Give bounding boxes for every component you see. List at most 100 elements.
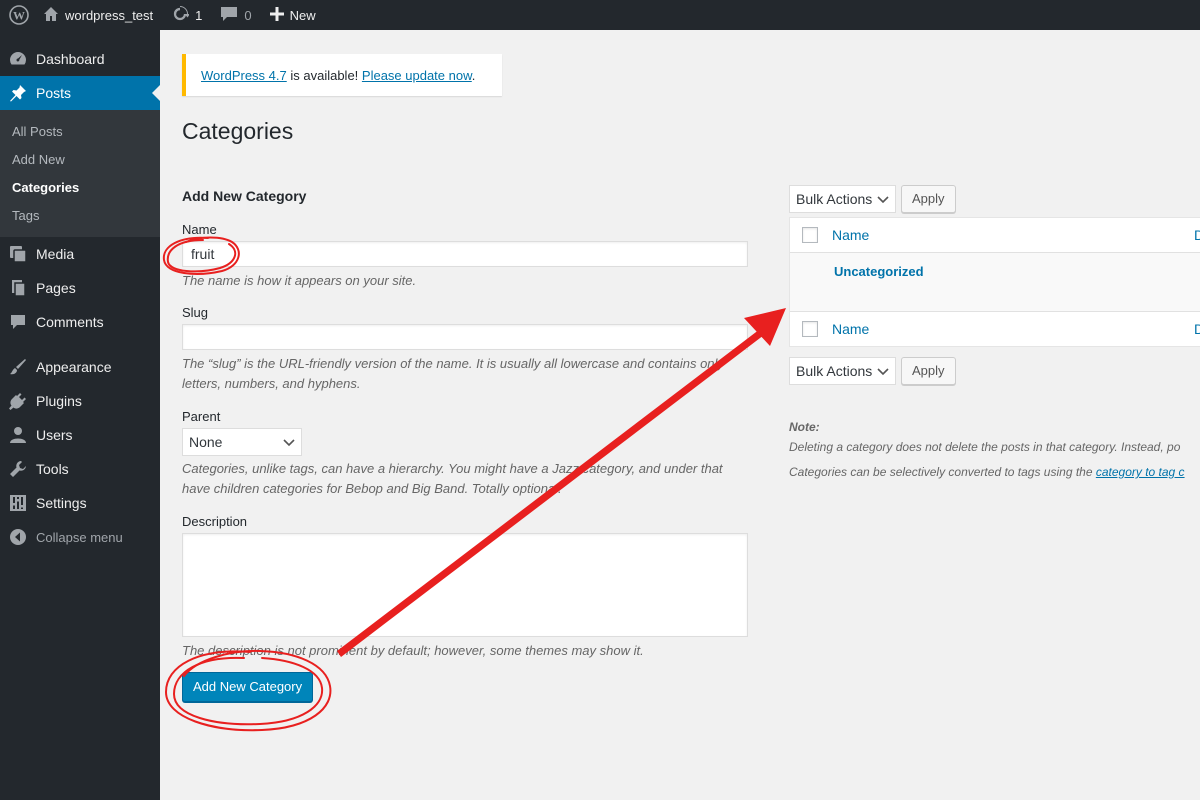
plugin-icon xyxy=(8,391,28,411)
parent-help-text: Categories, unlike tags, can have a hier… xyxy=(182,461,723,496)
plus-icon xyxy=(269,6,284,24)
sidebar-item-media[interactable]: Media xyxy=(0,237,160,271)
home-icon xyxy=(43,6,59,25)
chevron-down-icon xyxy=(877,191,889,207)
form-heading: Add New Category xyxy=(182,188,307,204)
tablenav-top: Bulk Actions Apply xyxy=(789,185,1200,213)
site-name-link[interactable]: wordpress_test xyxy=(36,0,160,30)
pages-icon xyxy=(8,278,28,298)
settings-icon xyxy=(8,493,28,513)
note-title: Note: xyxy=(789,420,820,434)
note-line-2: Categories can be selectively converted … xyxy=(789,465,1096,479)
notice-text: is available! xyxy=(286,67,362,83)
comments-count: 0 xyxy=(244,7,252,23)
sidebar-item-users[interactable]: Users xyxy=(0,418,160,452)
name-help-text: The name is how it appears on your site. xyxy=(182,273,417,288)
sidebar-item-pages[interactable]: Pages xyxy=(0,271,160,305)
column-footer-description[interactable]: D xyxy=(1194,321,1200,337)
sidebar-item-label: Comments xyxy=(36,314,104,330)
sidebar-item-label: Plugins xyxy=(36,393,82,409)
slug-label: Slug xyxy=(182,305,209,320)
bulk-actions-select[interactable]: Bulk Actions xyxy=(789,185,896,213)
sidebar-item-label: Settings xyxy=(36,495,87,511)
select-all-checkbox[interactable] xyxy=(802,227,818,243)
category-link-uncategorized[interactable]: Uncategorized xyxy=(834,264,924,279)
new-content-link[interactable]: New xyxy=(263,0,323,30)
apply-button-bottom[interactable]: Apply xyxy=(901,357,956,385)
select-all-checkbox-footer[interactable] xyxy=(802,321,818,337)
tablenav-bottom: Bulk Actions Apply xyxy=(789,357,1200,385)
update-now-link[interactable]: Please update now xyxy=(362,68,472,83)
sidebar-item-settings[interactable]: Settings xyxy=(0,486,160,520)
description-textarea[interactable] xyxy=(182,533,748,637)
comment-icon xyxy=(8,312,28,332)
new-label: New xyxy=(289,7,316,23)
sidebar-item-appearance[interactable]: Appearance xyxy=(0,350,160,384)
parent-select-value: None xyxy=(189,434,223,450)
updates-link[interactable]: 1 xyxy=(164,0,209,30)
category-to-tag-link[interactable]: category to tag c xyxy=(1096,465,1185,479)
updates-icon xyxy=(171,5,191,26)
update-notice: WordPress 4.7 is available! Please updat… xyxy=(182,54,502,96)
description-help-text: The description is not prominent by defa… xyxy=(182,643,644,658)
pushpin-icon xyxy=(8,83,28,103)
updates-count: 1 xyxy=(195,7,203,23)
submenu-item-all-posts[interactable]: All Posts xyxy=(0,117,160,145)
name-label: Name xyxy=(182,222,217,237)
sidebar-item-tools[interactable]: Tools xyxy=(0,452,160,486)
sidebar-item-dashboard[interactable]: Dashboard xyxy=(0,42,160,76)
sidebar-item-label: Posts xyxy=(36,85,72,101)
wrench-icon xyxy=(8,459,28,479)
bulk-actions-label: Bulk Actions xyxy=(796,191,873,207)
sidebar-item-label: Dashboard xyxy=(36,51,105,67)
media-icon xyxy=(8,244,28,264)
categories-table: Name D Uncategorized Name D xyxy=(789,217,1200,347)
sidebar-item-plugins[interactable]: Plugins xyxy=(0,384,160,418)
collapse-menu-button[interactable]: Collapse menu xyxy=(0,520,160,554)
bulk-actions-select-bottom[interactable]: Bulk Actions xyxy=(789,357,896,385)
admin-sidebar: Dashboard Posts All Posts Add New Catego… xyxy=(0,30,160,800)
table-row: Uncategorized xyxy=(790,253,1200,311)
sidebar-item-label: Media xyxy=(36,246,75,262)
site-name: wordpress_test xyxy=(65,7,154,23)
sidebar-item-comments[interactable]: Comments xyxy=(0,305,160,339)
sidebar-item-label: Appearance xyxy=(36,359,112,375)
submenu-item-categories[interactable]: Categories xyxy=(0,173,160,201)
paintbrush-icon xyxy=(8,357,28,377)
parent-label: Parent xyxy=(182,409,221,424)
note-line-1: Deleting a category does not delete the … xyxy=(789,440,1181,454)
add-category-form: Add New Category Name The name is how it… xyxy=(182,188,750,702)
wordpress-version-link[interactable]: WordPress 4.7 xyxy=(201,68,287,83)
submenu-item-add-new[interactable]: Add New xyxy=(0,145,160,173)
categories-list-panel: Bulk Actions Apply Name D Uncategorized … xyxy=(789,185,1200,479)
description-label: Description xyxy=(182,514,248,529)
sidebar-item-posts[interactable]: Posts xyxy=(0,76,160,110)
page-title: Categories xyxy=(182,118,294,144)
notice-end: . xyxy=(471,67,476,83)
name-input[interactable] xyxy=(182,241,748,267)
column-footer-name[interactable]: Name xyxy=(832,321,869,337)
slug-input[interactable] xyxy=(182,324,748,350)
main-content: WordPress 4.7 is available! Please updat… xyxy=(160,30,1200,800)
column-header-name[interactable]: Name xyxy=(832,227,869,243)
parent-select[interactable]: None xyxy=(182,428,302,456)
svg-text:W: W xyxy=(13,9,25,23)
bulk-actions-label: Bulk Actions xyxy=(796,363,873,379)
apply-button[interactable]: Apply xyxy=(901,185,956,213)
user-icon xyxy=(8,425,28,445)
column-header-description[interactable]: D xyxy=(1194,227,1200,243)
comments-link[interactable]: 0 xyxy=(213,0,258,30)
wordpress-logo-icon[interactable]: W xyxy=(0,0,36,30)
category-note: Note: Deleting a category does not delet… xyxy=(789,415,1200,479)
dashboard-icon xyxy=(8,49,28,69)
chevron-down-icon xyxy=(877,363,889,379)
collapse-menu-label: Collapse menu xyxy=(36,529,123,545)
chevron-down-icon xyxy=(283,434,295,450)
slug-help-text: The “slug” is the URL-friendly version o… xyxy=(182,356,724,391)
table-footer: Name D xyxy=(790,311,1200,346)
posts-submenu: All Posts Add New Categories Tags xyxy=(0,110,160,237)
add-new-category-button[interactable]: Add New Category xyxy=(182,672,314,702)
collapse-arrow-icon xyxy=(8,527,28,547)
comment-bubble-icon xyxy=(220,6,238,25)
submenu-item-tags[interactable]: Tags xyxy=(0,201,160,229)
